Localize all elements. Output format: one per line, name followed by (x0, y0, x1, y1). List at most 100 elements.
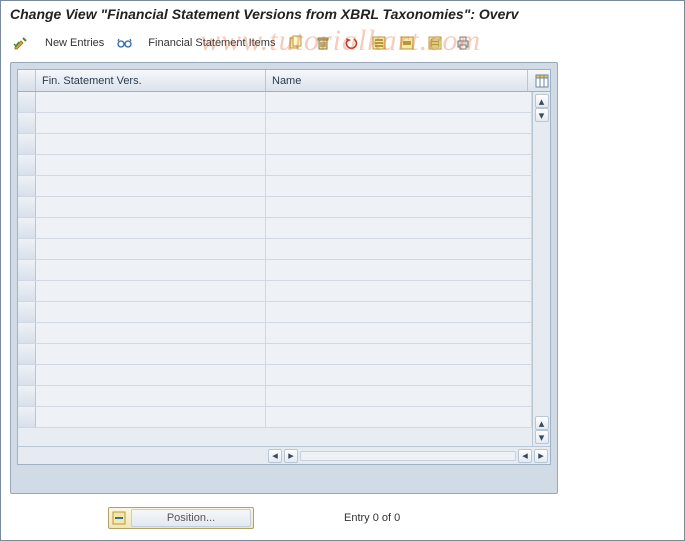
configure-columns-button[interactable] (528, 70, 550, 91)
cell-fsv[interactable] (36, 155, 266, 175)
scroll-down-small-icon[interactable]: ▾ (535, 108, 549, 122)
row-selector[interactable] (18, 407, 36, 427)
scroll-left-end-icon[interactable]: ◂ (518, 449, 532, 463)
cell-name[interactable] (266, 302, 532, 322)
horizontal-scrollbar-row: ◂ ▸ ◂ ▸ (18, 446, 550, 464)
select-all-button[interactable] (366, 32, 392, 54)
row-selector[interactable] (18, 323, 36, 343)
table-row[interactable] (18, 218, 532, 239)
hscroll-track[interactable] (300, 451, 516, 461)
cell-name[interactable] (266, 176, 532, 196)
cell-fsv[interactable] (36, 134, 266, 154)
toggle-display-change-button[interactable] (8, 32, 34, 54)
row-selector[interactable] (18, 134, 36, 154)
financial-statement-items-button[interactable]: Financial Statement Items (139, 32, 280, 54)
cell-fsv[interactable] (36, 323, 266, 343)
table-row[interactable] (18, 323, 532, 344)
table-row[interactable] (18, 113, 532, 134)
details-button[interactable] (111, 32, 137, 54)
cell-fsv[interactable] (36, 176, 266, 196)
scroll-down-end-icon[interactable]: ▾ (535, 430, 549, 444)
cell-fsv[interactable] (36, 407, 266, 427)
new-entries-button[interactable]: New Entries (36, 32, 109, 54)
row-selector[interactable] (18, 197, 36, 217)
table-row[interactable] (18, 155, 532, 176)
row-selector[interactable] (18, 302, 36, 322)
cell-name[interactable] (266, 365, 532, 385)
copy-icon (287, 35, 303, 51)
row-selector-header (18, 70, 36, 91)
row-selector[interactable] (18, 365, 36, 385)
row-selector[interactable] (18, 386, 36, 406)
row-selector[interactable] (18, 92, 36, 112)
table-container: Fin. Statement Vers. Name ▴ ▾ ▴ ▾ ◂ ▸ (10, 62, 558, 494)
scroll-left-icon[interactable]: ◂ (268, 449, 282, 463)
select-block-button[interactable] (394, 32, 420, 54)
grid-header: Fin. Statement Vers. Name (18, 70, 550, 92)
row-selector[interactable] (18, 218, 36, 238)
row-selector[interactable] (18, 260, 36, 280)
table-row[interactable] (18, 407, 532, 428)
table-row[interactable] (18, 92, 532, 113)
cell-fsv[interactable] (36, 281, 266, 301)
column-header-fsv[interactable]: Fin. Statement Vers. (36, 70, 266, 91)
row-selector[interactable] (18, 155, 36, 175)
cell-name[interactable] (266, 386, 532, 406)
table-row[interactable] (18, 134, 532, 155)
table-row[interactable] (18, 302, 532, 323)
cell-name[interactable] (266, 344, 532, 364)
column-header-name[interactable]: Name (266, 70, 528, 91)
cell-name[interactable] (266, 197, 532, 217)
row-selector[interactable] (18, 281, 36, 301)
table-row[interactable] (18, 344, 532, 365)
entry-count-text: Entry 0 of 0 (344, 512, 400, 524)
financial-statement-items-label: Financial Statement Items (148, 37, 275, 49)
cell-fsv[interactable] (36, 365, 266, 385)
print-button[interactable] (450, 32, 476, 54)
table-row[interactable] (18, 386, 532, 407)
scroll-up-icon[interactable]: ▴ (535, 94, 549, 108)
table-row[interactable] (18, 176, 532, 197)
cell-name[interactable] (266, 218, 532, 238)
select-all-icon (371, 35, 387, 51)
table-row[interactable] (18, 260, 532, 281)
cell-name[interactable] (266, 239, 532, 259)
cell-fsv[interactable] (36, 386, 266, 406)
cell-name[interactable] (266, 281, 532, 301)
cell-fsv[interactable] (36, 260, 266, 280)
table-row[interactable] (18, 281, 532, 302)
row-selector[interactable] (18, 176, 36, 196)
cell-fsv[interactable] (36, 197, 266, 217)
scroll-up-end-icon[interactable]: ▴ (535, 416, 549, 430)
trash-icon (315, 35, 331, 51)
row-selector[interactable] (18, 239, 36, 259)
undo-button[interactable] (338, 32, 364, 54)
cell-name[interactable] (266, 260, 532, 280)
cell-name[interactable] (266, 92, 532, 112)
scroll-right-end-icon[interactable]: ▸ (534, 449, 548, 463)
cell-fsv[interactable] (36, 239, 266, 259)
cell-fsv[interactable] (36, 113, 266, 133)
table-row[interactable] (18, 365, 532, 386)
table-row[interactable] (18, 239, 532, 260)
copy-button[interactable] (282, 32, 308, 54)
scroll-right-small-icon[interactable]: ▸ (284, 449, 298, 463)
cell-fsv[interactable] (36, 344, 266, 364)
cell-name[interactable] (266, 134, 532, 154)
cell-name[interactable] (266, 113, 532, 133)
position-button[interactable]: Position... (108, 507, 254, 529)
horizontal-scrollbar[interactable]: ◂ ▸ ◂ ▸ (266, 449, 550, 463)
cell-name[interactable] (266, 323, 532, 343)
vertical-scrollbar[interactable]: ▴ ▾ ▴ ▾ (532, 92, 550, 446)
cell-fsv[interactable] (36, 218, 266, 238)
cell-fsv[interactable] (36, 302, 266, 322)
cell-name[interactable] (266, 407, 532, 427)
delete-button[interactable] (310, 32, 336, 54)
cell-name[interactable] (266, 155, 532, 175)
row-selector[interactable] (18, 344, 36, 364)
table-row[interactable] (18, 197, 532, 218)
application-toolbar: New Entries Financial Statement Items (0, 30, 685, 60)
row-selector[interactable] (18, 113, 36, 133)
cell-fsv[interactable] (36, 92, 266, 112)
deselect-all-button[interactable] (422, 32, 448, 54)
